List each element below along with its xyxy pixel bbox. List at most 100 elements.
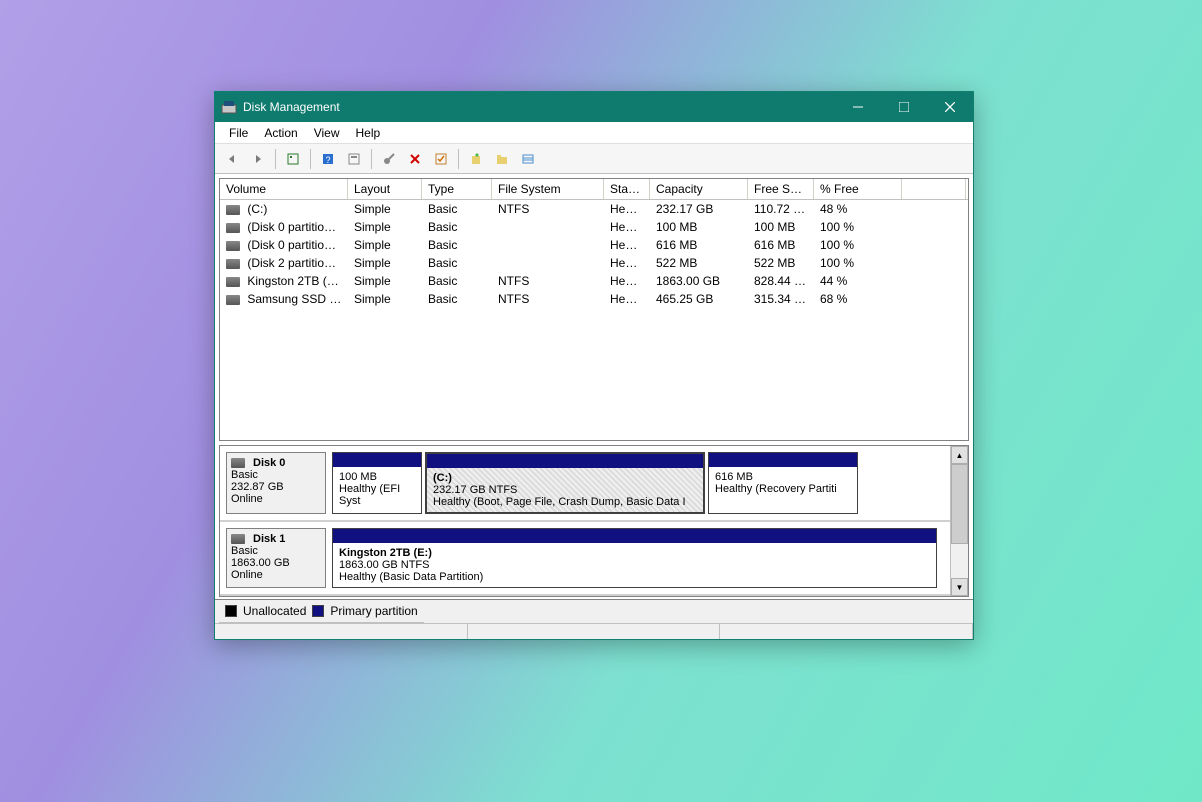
disk-type: Basic bbox=[231, 545, 321, 557]
col-capacity[interactable]: Capacity bbox=[650, 179, 748, 199]
legend-label: Unallocated bbox=[243, 604, 306, 618]
cell-free: 100 MB bbox=[748, 219, 814, 235]
cell-layout: Simple bbox=[348, 255, 422, 271]
window-title: Disk Management bbox=[243, 100, 835, 114]
drive-icon bbox=[226, 241, 240, 251]
scroll-thumb[interactable] bbox=[951, 464, 968, 544]
scroll-down-button[interactable]: ▼ bbox=[951, 578, 968, 596]
cell-free: 522 MB bbox=[748, 255, 814, 271]
menu-view[interactable]: View bbox=[306, 123, 348, 143]
table-row[interactable]: (Disk 0 partition 4)SimpleBasicHealthy (… bbox=[220, 236, 968, 254]
col-volume[interactable]: Volume bbox=[220, 179, 348, 199]
close-button[interactable] bbox=[927, 92, 973, 122]
menu-action[interactable]: Action bbox=[256, 123, 305, 143]
cell-fs: NTFS bbox=[492, 273, 604, 289]
partition-size: 616 MB bbox=[715, 471, 753, 483]
folder-icon[interactable] bbox=[491, 148, 513, 170]
cell-type: Basic bbox=[422, 255, 492, 271]
cell-status: Healthy (B... bbox=[604, 273, 650, 289]
cell-layout: Simple bbox=[348, 201, 422, 217]
separator bbox=[310, 149, 311, 169]
disk-row: Disk 1Basic1863.00 GBOnlineKingston 2TB … bbox=[220, 522, 950, 596]
refresh-icon[interactable] bbox=[282, 148, 304, 170]
disk-type: Basic bbox=[231, 469, 321, 481]
delete-icon[interactable] bbox=[404, 148, 426, 170]
col-type[interactable]: Type bbox=[422, 179, 492, 199]
partition-title: (C:) bbox=[433, 472, 452, 484]
cell-vol: (C:) bbox=[220, 201, 348, 217]
legend-label: Primary partition bbox=[330, 604, 417, 618]
disk-header[interactable]: Disk 1Basic1863.00 GBOnline bbox=[226, 528, 326, 588]
scroll-up-button[interactable]: ▲ bbox=[951, 446, 968, 464]
partition-bar bbox=[427, 454, 703, 468]
cell-cap: 616 MB bbox=[650, 237, 748, 253]
cell-cap: 1863.00 GB bbox=[650, 273, 748, 289]
col-layout[interactable]: Layout bbox=[348, 179, 422, 199]
cell-pct: 48 % bbox=[814, 201, 902, 217]
disk-row: Disk 0Basic232.87 GBOnline100 MBHealthy … bbox=[220, 446, 950, 522]
menubar: File Action View Help bbox=[215, 122, 973, 144]
back-button[interactable] bbox=[221, 148, 243, 170]
table-row[interactable]: (Disk 2 partition 2)SimpleBasicHealthy (… bbox=[220, 254, 968, 272]
legend-swatch bbox=[312, 605, 324, 617]
disk-status: Online bbox=[231, 493, 321, 505]
cell-fs bbox=[492, 219, 604, 235]
col-status[interactable]: Status bbox=[604, 179, 650, 199]
cell-pct: 100 % bbox=[814, 255, 902, 271]
minimize-button[interactable] bbox=[835, 92, 881, 122]
partition-status: Healthy (Recovery Partiti bbox=[715, 483, 837, 495]
titlebar[interactable]: Disk Management bbox=[215, 92, 973, 122]
disk-layout-area: Disk 0Basic232.87 GBOnline100 MBHealthy … bbox=[219, 445, 969, 597]
col-filesystem[interactable]: File System bbox=[492, 179, 604, 199]
help-icon[interactable]: ? bbox=[317, 148, 339, 170]
new-icon[interactable] bbox=[465, 148, 487, 170]
cell-fs bbox=[492, 255, 604, 271]
toolbar: ? bbox=[215, 144, 973, 174]
list-icon[interactable] bbox=[517, 148, 539, 170]
separator bbox=[458, 149, 459, 169]
cell-cap: 465.25 GB bbox=[650, 291, 748, 307]
cell-status: Healthy (P... bbox=[604, 291, 650, 307]
menu-help[interactable]: Help bbox=[348, 123, 389, 143]
table-row[interactable]: (Disk 0 partition 1)SimpleBasicHealthy (… bbox=[220, 218, 968, 236]
partition-bar bbox=[709, 453, 857, 467]
cell-pct: 100 % bbox=[814, 219, 902, 235]
disk-name: Disk 0 bbox=[253, 457, 285, 469]
partition[interactable]: (C:)232.17 GB NTFSHealthy (Boot, Page Fi… bbox=[425, 452, 705, 514]
menu-file[interactable]: File bbox=[221, 123, 256, 143]
drive-icon bbox=[226, 223, 240, 233]
tool-icon[interactable] bbox=[378, 148, 400, 170]
forward-button[interactable] bbox=[247, 148, 269, 170]
table-row[interactable]: Samsung SSD 500...SimpleBasicNTFSHealthy… bbox=[220, 290, 968, 308]
cell-status: Healthy (B... bbox=[604, 201, 650, 217]
cell-free: 616 MB bbox=[748, 237, 814, 253]
cell-vol: (Disk 2 partition 2) bbox=[220, 255, 348, 271]
col-pctfree[interactable]: % Free bbox=[814, 179, 902, 199]
check-icon[interactable] bbox=[430, 148, 452, 170]
partition-bar bbox=[333, 529, 936, 543]
cell-free: 315.34 GB bbox=[748, 291, 814, 307]
maximize-button[interactable] bbox=[881, 92, 927, 122]
cell-type: Basic bbox=[422, 273, 492, 289]
separator bbox=[275, 149, 276, 169]
table-row[interactable]: (C:)SimpleBasicNTFSHealthy (B...232.17 G… bbox=[220, 200, 968, 218]
disk-size: 1863.00 GB bbox=[231, 557, 321, 569]
partition-size: 100 MB bbox=[339, 471, 377, 483]
partition-strip: Kingston 2TB (E:)1863.00 GB NTFSHealthy … bbox=[332, 528, 944, 588]
partition[interactable]: 616 MBHealthy (Recovery Partiti bbox=[708, 452, 858, 514]
properties-icon[interactable] bbox=[343, 148, 365, 170]
cell-pct: 100 % bbox=[814, 237, 902, 253]
scrollbar[interactable]: ▲ ▼ bbox=[950, 446, 968, 596]
partition[interactable]: Kingston 2TB (E:)1863.00 GB NTFSHealthy … bbox=[332, 528, 937, 588]
disk-header[interactable]: Disk 0Basic232.87 GBOnline bbox=[226, 452, 326, 514]
col-spare[interactable] bbox=[902, 179, 966, 199]
cell-status: Healthy (R... bbox=[604, 237, 650, 253]
table-row[interactable]: Kingston 2TB (E:)SimpleBasicNTFSHealthy … bbox=[220, 272, 968, 290]
cell-type: Basic bbox=[422, 291, 492, 307]
cell-fs bbox=[492, 237, 604, 253]
partition-bar bbox=[333, 453, 421, 467]
partition[interactable]: 100 MBHealthy (EFI Syst bbox=[332, 452, 422, 514]
cell-type: Basic bbox=[422, 201, 492, 217]
col-freespace[interactable]: Free Spa... bbox=[748, 179, 814, 199]
cell-cap: 232.17 GB bbox=[650, 201, 748, 217]
